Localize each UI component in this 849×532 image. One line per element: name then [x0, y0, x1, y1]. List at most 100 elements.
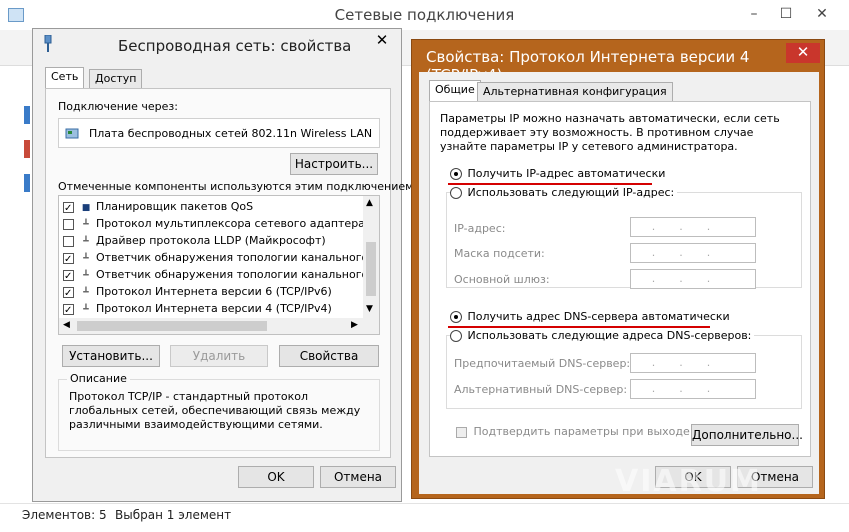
protocol-icon: ┻ [83, 305, 89, 315]
close-button[interactable]: ✕ [808, 4, 836, 24]
dialog-title: Беспроводная сеть: свойства [118, 37, 352, 55]
checkbox-icon[interactable] [63, 302, 74, 319]
ip-auto-label: Получить IP-адрес автоматически [467, 167, 666, 180]
ipv4-properties-dialog: Свойства: Протокол Интернета версии 4 (T… [411, 39, 825, 499]
tab-network[interactable]: Сеть [45, 67, 85, 89]
configure-button[interactable]: Настроить... [290, 153, 378, 175]
network-adapter-icon [24, 106, 30, 124]
checkbox-icon[interactable] [456, 426, 467, 438]
status-selected-count: Выбран 1 элемент [115, 508, 232, 522]
intro-text: Параметры IP можно назначать автоматичес… [440, 112, 780, 153]
ip-manual-label: Использовать следующий IP-адрес: [467, 186, 675, 199]
default-gateway-field[interactable]: ... [630, 269, 756, 289]
wireless-adapter-icon [65, 126, 81, 140]
remove-button[interactable]: Удалить [170, 345, 268, 367]
ip-address-label: IP-адрес: [454, 222, 506, 235]
scroll-thumb[interactable] [366, 242, 376, 296]
preferred-dns-field[interactable]: ... [630, 353, 756, 373]
ip-dots: ... [651, 220, 735, 233]
close-button[interactable]: ✕ [367, 31, 397, 51]
list-item[interactable]: ┻Ответчик обнаружения топологии канально… [63, 266, 379, 285]
wireless-properties-dialog: Беспроводная сеть: свойства ✕ Сеть Досту… [32, 28, 417, 502]
ip-dots: ... [651, 246, 735, 259]
close-button[interactable]: ✕ [786, 43, 820, 63]
alternate-dns-field[interactable]: ... [630, 379, 756, 399]
preferred-dns-label: Предпочитаемый DNS-сервер: [454, 357, 631, 370]
gateway-label: Основной шлюз: [454, 273, 550, 286]
network-cable-icon [43, 34, 53, 53]
component-label: Ответчик обнаружения топологии канальног… [96, 251, 380, 264]
dns-auto-radio[interactable]: Получить адрес DNS-сервера автоматически [450, 310, 730, 323]
explorer-nav-pane [0, 66, 30, 503]
ip-address-field[interactable]: ... [630, 217, 756, 237]
component-label: Протокол мультиплексора сетевого адаптер… [96, 217, 380, 230]
radio-selected-icon[interactable] [450, 311, 462, 323]
tab-alternate-configuration[interactable]: Альтернативная конфигурация [477, 82, 673, 102]
cancel-button[interactable]: Отмена [320, 466, 396, 488]
checkbox-icon[interactable] [63, 200, 74, 217]
explorer-titlebar: Сетевые подключения – ☐ ✕ [0, 0, 849, 30]
scroll-left-icon[interactable]: ◀ [63, 320, 70, 330]
ip-manual-radio[interactable]: Использовать следующий IP-адрес: [450, 186, 678, 199]
properties-button[interactable]: Свойства [279, 345, 379, 367]
minimize-button[interactable]: – [740, 4, 768, 24]
scroll-up-icon[interactable]: ▲ [366, 198, 373, 208]
radio-unselected-icon[interactable] [450, 330, 462, 342]
tab-sharing[interactable]: Доступ [89, 69, 143, 89]
description-group: Описание Протокол TCP/IP - стандартный п… [58, 372, 380, 451]
description-text: Протокол TCP/IP - стандартный протокол г… [69, 390, 361, 431]
scroll-thumb[interactable] [77, 321, 267, 331]
watermark-logo: VIARUM [615, 464, 762, 499]
status-item-count: Элементов: 5 [22, 508, 107, 522]
checkbox-icon[interactable] [63, 251, 74, 268]
list-item[interactable]: ┻ Драйвер протокола LLDP (Майкрософт) [63, 232, 363, 249]
list-item[interactable]: ┻Ответчик обнаружения топологии канально… [63, 249, 379, 268]
dns-manual-radio[interactable]: Использовать следующие адреса DNS-сервер… [450, 329, 755, 342]
network-adapter-icon [24, 140, 30, 158]
component-label: Планировщик пакетов QoS [96, 200, 254, 213]
component-label: Протокол Интернета версии 4 (TCP/IPv4) [96, 302, 332, 315]
validate-checkbox[interactable]: Подтвердить параметры при выходе [456, 425, 690, 438]
ipv4-body: Общие Альтернативная конфигурация Параме… [419, 72, 819, 494]
vertical-scrollbar[interactable]: ▲ ▼ [363, 196, 379, 318]
components-list: ■Планировщик пакетов QoS┻Протокол мульти… [58, 195, 380, 335]
component-label: Драйвер протокола LLDP (Майкрософт) [96, 234, 326, 247]
explorer-title: Сетевые подключения [334, 6, 515, 24]
dns-manual-label: Использовать следующие адреса DNS-сервер… [467, 329, 752, 342]
explorer-statusbar: Элементов: 5 Выбран 1 элемент [0, 503, 849, 532]
subnet-mask-field[interactable]: ... [630, 243, 756, 263]
component-label: Протокол Интернета версии 6 (TCP/IPv6) [96, 285, 332, 298]
radio-selected-icon[interactable] [450, 168, 462, 180]
description-title: Описание [67, 372, 130, 385]
ip-auto-radio[interactable]: Получить IP-адрес автоматически [450, 167, 665, 180]
list-item[interactable]: ┻ Протокол мультиплексора сетевого адапте… [63, 215, 379, 232]
validate-label: Подтвердить параметры при выходе [473, 425, 690, 438]
adapter-name: Плата беспроводных сетей 802.11n Wireles… [89, 127, 373, 140]
scroll-down-icon[interactable]: ▼ [366, 304, 373, 314]
component-label: Ответчик обнаружения топологии канальног… [96, 268, 380, 281]
connect-via-label: Подключение через: [58, 100, 178, 113]
dns-auto-label: Получить адрес DNS-сервера автоматически [467, 310, 730, 323]
list-item[interactable]: ■Планировщик пакетов QoS [63, 198, 363, 217]
ip-dots: ... [651, 382, 735, 395]
checkbox-icon[interactable] [63, 285, 74, 302]
ok-button[interactable]: OK [238, 466, 314, 488]
checkbox-icon[interactable] [63, 218, 74, 230]
maximize-button[interactable]: ☐ [772, 4, 800, 24]
checkbox-icon[interactable] [63, 268, 74, 285]
list-item[interactable]: ┻Протокол Интернета версии 6 (TCP/IPv6) [63, 283, 363, 302]
radio-unselected-icon[interactable] [450, 187, 462, 199]
list-item[interactable]: ┻ Протокол Интернета версии 4 (TCP/IPv4) [63, 300, 363, 319]
advanced-button[interactable]: Дополнительно... [691, 424, 803, 446]
horizontal-scrollbar[interactable]: ◀ ▶ [59, 318, 379, 334]
checkbox-icon[interactable] [63, 235, 74, 247]
tab-general[interactable]: Общие [429, 80, 481, 102]
components-label: Отмеченные компоненты используются этим … [58, 180, 418, 193]
ip-dots: ... [651, 272, 735, 285]
components-list-items: ■Планировщик пакетов QoS┻Протокол мульти… [63, 198, 379, 319]
scroll-right-icon[interactable]: ▶ [351, 320, 358, 330]
adapter-box: Плата беспроводных сетей 802.11n Wireles… [58, 118, 380, 148]
install-button[interactable]: Установить... [62, 345, 160, 367]
general-tab-panel: Параметры IP можно назначать автоматичес… [429, 101, 811, 457]
alternate-dns-label: Альтернативный DNS-сервер: [454, 383, 628, 396]
